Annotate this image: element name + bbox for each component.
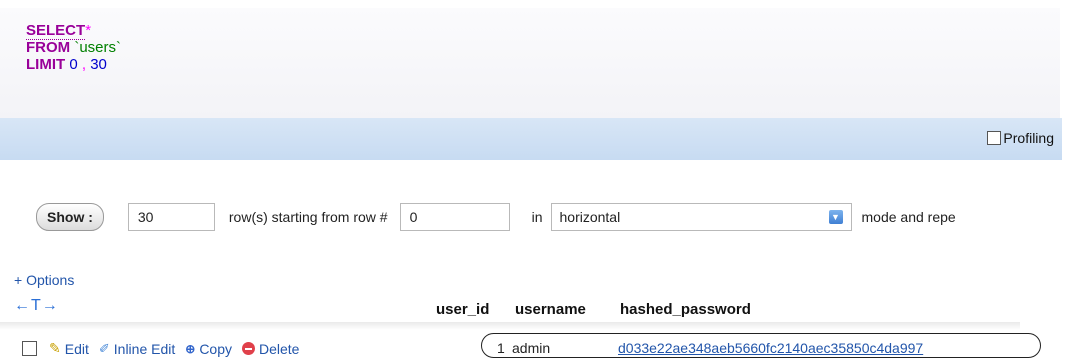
cell-hashed-password[interactable]: d033e22ae348aeb5660fc2140aec35850c4da997 (618, 340, 923, 356)
profiling-checkbox[interactable] (987, 131, 1002, 145)
copy-icon: ⊕ (185, 341, 196, 356)
sql-table-name: `users` (74, 39, 122, 56)
copy-link[interactable]: Copy (199, 341, 232, 357)
inline-edit-link[interactable]: Inline Edit (114, 341, 175, 357)
cell-user-id: 1 (497, 340, 505, 356)
row-divider (0, 322, 1020, 330)
row-select-checkbox[interactable] (22, 341, 37, 356)
profiling-bar: Profiling (0, 118, 1062, 160)
rows-starting-label: row(s) starting from row # (228, 209, 388, 225)
sql-limit-offset: 0 (69, 56, 78, 73)
profiling-label: Profiling (1003, 130, 1054, 146)
navigation-row: Show : 30 row(s) starting from row # 0 i… (36, 202, 956, 232)
sql-limit-keyword: LIMIT (26, 56, 66, 73)
column-header-user-id[interactable]: user_id (436, 301, 489, 318)
cell-username: admin (512, 340, 551, 356)
mode-and-repeat-label: mode and repe (861, 209, 956, 225)
display-mode-value: horizontal (559, 209, 621, 225)
display-mode-select[interactable]: horizontal ▼ (550, 203, 852, 231)
sql-from-keyword: FROM (26, 39, 71, 56)
column-header-username[interactable]: username (515, 301, 586, 318)
chevron-down-icon[interactable]: ▼ (828, 210, 843, 224)
delete-icon (242, 342, 255, 355)
profiling-toggle[interactable]: Profiling (987, 130, 1054, 146)
inline-edit-icon: ✐ (98, 340, 110, 356)
options-link[interactable]: + Options (14, 272, 74, 288)
sql-select-keyword[interactable]: SELECT (26, 22, 86, 40)
edit-link[interactable]: Edit (65, 341, 89, 357)
sql-query-box: SELECT* FROM `users` LIMIT 0 , 30 (0, 8, 1060, 118)
column-resize-arrows-icon[interactable]: ←T→ (14, 297, 59, 315)
sql-limit-separator: , (81, 56, 87, 73)
row-actions: ✎ Edit ✐ Inline Edit ⊕ Copy Delete (22, 340, 299, 357)
sql-star: * (85, 22, 92, 39)
pencil-icon: ✎ (49, 340, 61, 356)
sql-limit-count: 30 (90, 56, 107, 73)
column-header-hashed-password[interactable]: hashed_password (620, 301, 751, 318)
in-label: in (531, 209, 543, 225)
sql-query: SELECT* FROM `users` LIMIT 0 , 30 (26, 22, 121, 73)
show-button[interactable]: Show : (36, 203, 104, 231)
start-row-input[interactable]: 0 (399, 203, 510, 231)
delete-link[interactable]: Delete (259, 341, 299, 357)
rows-count-input[interactable]: 30 (127, 203, 215, 231)
